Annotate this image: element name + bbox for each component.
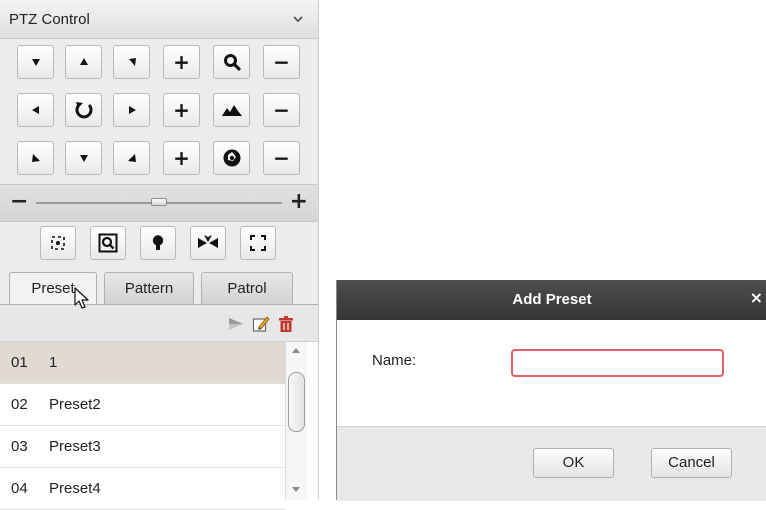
wiper-icon: [98, 233, 118, 253]
zoom-out-label: −: [273, 50, 290, 74]
ptz-left-button[interactable]: [17, 93, 54, 127]
speed-slider-track[interactable]: [36, 198, 282, 206]
tab-patrol[interactable]: Patrol: [201, 272, 293, 304]
preset-list: 01 1 02 Preset2 03 Preset3 04 Preset4: [0, 342, 318, 510]
ptz-down-left-button[interactable]: [17, 141, 54, 175]
ptz-up-right-button[interactable]: [113, 45, 150, 79]
iris-close-label: −: [273, 146, 290, 170]
preset-list-scrollbar[interactable]: [285, 342, 307, 500]
close-icon[interactable]: ×: [750, 288, 763, 307]
zoom-out-button[interactable]: −: [263, 45, 300, 79]
zoom-in-button[interactable]: +: [163, 45, 200, 79]
manual-focus-button[interactable]: [140, 226, 176, 260]
auto-rotate-icon: [75, 102, 92, 119]
focus-near-label: +: [173, 98, 190, 122]
arrow-up-icon: [79, 58, 88, 65]
preset-row[interactable]: 02 Preset2: [0, 384, 285, 426]
preset-toolbar: [0, 305, 318, 342]
name-label: Name:: [372, 352, 417, 369]
lens-init-button[interactable]: [190, 226, 226, 260]
delete-preset-icon: [279, 316, 293, 332]
ok-button[interactable]: OK: [533, 448, 614, 478]
preset-name: 1: [49, 354, 58, 371]
ptz-down-button[interactable]: [65, 141, 102, 175]
arrow-left-icon: [31, 106, 39, 114]
preset-name-input[interactable]: [511, 349, 724, 377]
arrow-down-right-icon: [31, 59, 40, 66]
light-icon: [51, 236, 65, 250]
scroll-down-arrow-icon[interactable]: [292, 487, 300, 492]
speed-slider-row: − +: [0, 184, 318, 222]
preset-number: 01: [11, 354, 28, 371]
zoom-in-label: +: [173, 50, 190, 74]
arrow-right-icon: [128, 106, 136, 114]
focus-icon: [221, 105, 242, 116]
mouse-cursor-icon: [74, 287, 89, 309]
tab-pattern[interactable]: Pattern: [104, 272, 194, 304]
arrow-up-left-icon: [127, 154, 136, 162]
edit-preset-icon: [252, 316, 270, 332]
preset-row[interactable]: 01 1: [0, 342, 285, 384]
arrow-down-left-icon: [128, 58, 136, 66]
ptz-control-panel: PTZ Control + − + − + − − + Preset Patte…: [0, 0, 319, 510]
zoom-icon: [223, 54, 241, 71]
auto-rotate-button[interactable]: [65, 93, 102, 127]
manual-focus-icon: [152, 235, 164, 250]
scroll-up-arrow-icon[interactable]: [292, 348, 300, 353]
zoom-button[interactable]: [213, 45, 250, 79]
cancel-button[interactable]: Cancel: [651, 448, 732, 478]
preset-name: Preset2: [49, 396, 101, 413]
arrow-down-icon: [79, 155, 88, 162]
dialog-body: Name:: [337, 320, 766, 426]
scrollbar-thumb[interactable]: [288, 372, 305, 432]
speed-increase-button[interactable]: +: [290, 189, 308, 214]
preset-row[interactable]: 04 Preset4: [0, 468, 285, 510]
focus-far-button[interactable]: −: [263, 93, 300, 127]
iris-open-button[interactable]: +: [163, 141, 200, 175]
arrow-up-right-icon: [31, 154, 40, 162]
focus-button[interactable]: [213, 93, 250, 127]
call-preset-icon: [229, 318, 243, 330]
ptz-up-left-button[interactable]: [17, 45, 54, 79]
menu-button[interactable]: [240, 226, 276, 260]
focus-near-button[interactable]: +: [163, 93, 200, 127]
iris-icon: [223, 149, 240, 167]
light-button[interactable]: [40, 226, 76, 260]
iris-open-label: +: [173, 146, 190, 170]
iris-button[interactable]: [213, 141, 250, 175]
call-preset-button[interactable]: [226, 314, 246, 334]
preset-number: 02: [11, 396, 28, 413]
ptz-up-button[interactable]: [65, 45, 102, 79]
iris-close-button[interactable]: −: [263, 141, 300, 175]
speed-decrease-button[interactable]: −: [10, 189, 28, 214]
preset-name: Preset4: [49, 480, 101, 497]
wiper-button[interactable]: [90, 226, 126, 260]
dialog-footer: OK Cancel: [337, 426, 766, 501]
ptz-down-right-button[interactable]: [113, 141, 150, 175]
speed-slider-thumb[interactable]: [151, 198, 167, 206]
lens-init-icon: [198, 235, 218, 248]
preset-number: 04: [11, 480, 28, 497]
menu-icon: [250, 235, 266, 251]
focus-far-label: −: [273, 98, 290, 122]
preset-number: 03: [11, 438, 28, 455]
dialog-title: Add Preset: [512, 291, 592, 308]
edit-preset-button[interactable]: [251, 314, 271, 334]
add-preset-dialog: Add Preset × Name: OK Cancel: [336, 280, 766, 501]
dialog-titlebar[interactable]: Add Preset ×: [337, 280, 766, 320]
delete-preset-button[interactable]: [276, 314, 296, 334]
ptz-right-button[interactable]: [113, 93, 150, 127]
ptz-title: PTZ Control: [9, 11, 90, 28]
preset-row[interactable]: 03 Preset3: [0, 426, 285, 468]
chevron-down-icon[interactable]: [292, 13, 304, 25]
preset-name: Preset3: [49, 438, 101, 455]
ptz-header[interactable]: PTZ Control: [0, 0, 318, 39]
